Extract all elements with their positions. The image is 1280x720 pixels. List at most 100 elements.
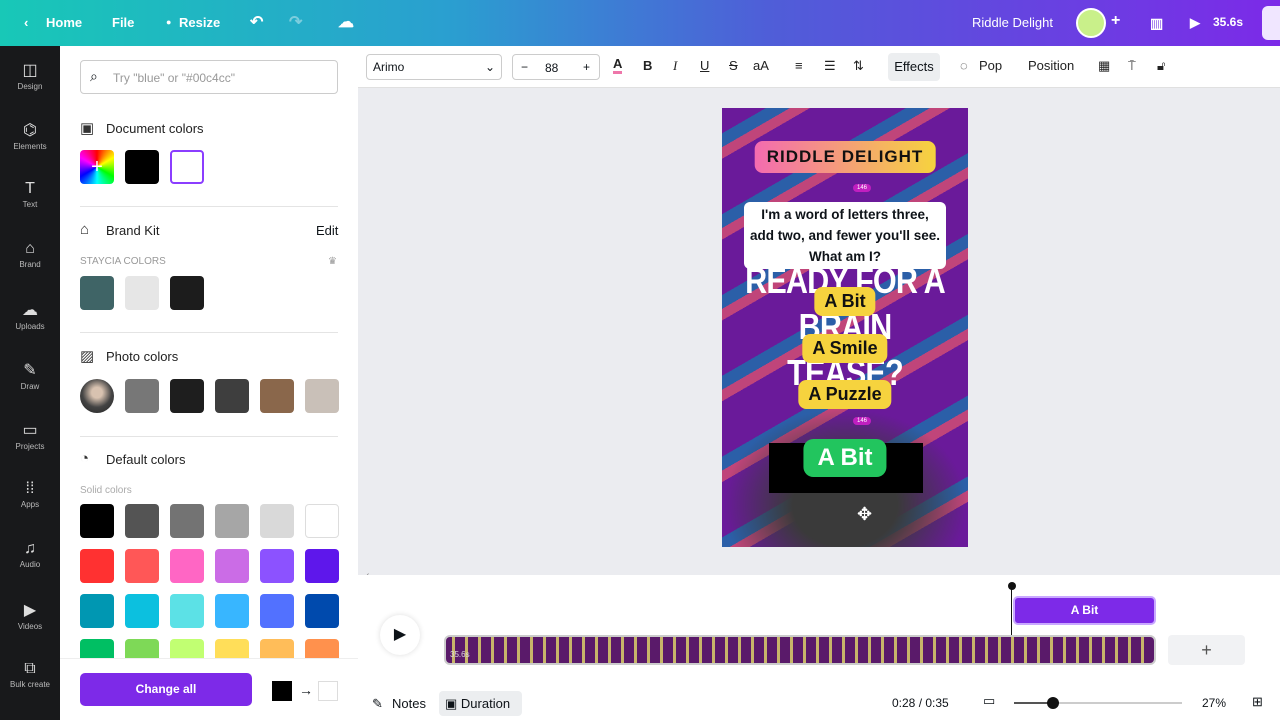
- list-icon[interactable]: ☰: [824, 58, 836, 74]
- color-swatch[interactable]: [305, 504, 339, 538]
- option-1[interactable]: A Bit: [814, 287, 876, 316]
- color-swatch[interactable]: [305, 379, 339, 413]
- share-button[interactable]: [1262, 6, 1280, 40]
- color-swatch[interactable]: [80, 594, 114, 628]
- increase-size-button[interactable]: +: [583, 60, 590, 74]
- color-swatch[interactable]: [125, 504, 159, 538]
- color-swatch[interactable]: [170, 549, 204, 583]
- transparency-icon[interactable]: ▦: [1098, 58, 1110, 74]
- duration-button[interactable]: ▣ Duration: [439, 691, 522, 716]
- color-swatch[interactable]: [125, 379, 159, 413]
- sidebar-item-brand[interactable]: ⌂ Brand: [0, 240, 60, 269]
- zoom-slider-handle[interactable]: [1046, 697, 1059, 709]
- title-badge[interactable]: RIDDLE DELIGHT: [754, 141, 936, 173]
- color-swatch[interactable]: [170, 379, 204, 413]
- case-button[interactable]: aA: [753, 58, 769, 73]
- sidebar-item-draw[interactable]: ✎ Draw: [0, 360, 60, 391]
- option-3[interactable]: A Puzzle: [798, 380, 892, 409]
- color-swatch[interactable]: [80, 276, 114, 310]
- monitor-icon[interactable]: ▭: [983, 693, 995, 709]
- sidebar-item-text[interactable]: T Text: [0, 180, 60, 209]
- riddle-text[interactable]: I'm a word of letters three, add two, an…: [744, 202, 946, 269]
- lock-icon[interactable]: 🔓︎: [1157, 58, 1165, 74]
- to-color-swatch[interactable]: [318, 681, 338, 701]
- redo-icon[interactable]: ↷: [289, 12, 302, 32]
- strikethrough-button[interactable]: S: [729, 58, 738, 73]
- color-swatch[interactable]: [125, 276, 159, 310]
- color-swatch[interactable]: [305, 594, 339, 628]
- paint-roller-icon[interactable]: ⍑: [1128, 58, 1136, 74]
- home-button[interactable]: Home: [46, 15, 82, 30]
- option-2[interactable]: A Smile: [802, 334, 888, 363]
- answer-text[interactable]: A Bit: [803, 439, 887, 477]
- color-swatch[interactable]: [80, 549, 114, 583]
- file-menu[interactable]: File: [112, 15, 134, 30]
- color-search-input[interactable]: Try "blue" or "#00c4cc": [80, 60, 338, 94]
- video-track[interactable]: 35.6s: [444, 635, 1156, 665]
- notes-button[interactable]: Notes: [392, 696, 426, 711]
- color-swatch[interactable]: [170, 594, 204, 628]
- color-swatch[interactable]: [260, 639, 294, 658]
- design-title[interactable]: Riddle Delight: [972, 15, 1053, 30]
- font-family-dropdown[interactable]: Arimo ⌄: [366, 54, 502, 80]
- color-swatch[interactable]: [215, 504, 249, 538]
- text-color-button[interactable]: A: [613, 56, 623, 74]
- color-swatch[interactable]: [260, 594, 294, 628]
- present-duration[interactable]: 35.6s: [1213, 15, 1243, 29]
- avatar[interactable]: [1076, 8, 1106, 38]
- font-size-value[interactable]: 88: [545, 61, 558, 75]
- align-center-icon[interactable]: ≡: [795, 58, 803, 73]
- headline-text[interactable]: READY FOR A BRAIN TEASE?: [740, 258, 949, 396]
- analytics-icon[interactable]: ▥: [1150, 15, 1163, 32]
- zoom-slider[interactable]: [1014, 702, 1182, 704]
- color-swatch[interactable]: [260, 504, 294, 538]
- sidebar-item-elements[interactable]: ⌬ Elements: [0, 120, 60, 151]
- color-swatch[interactable]: [125, 594, 159, 628]
- color-swatch[interactable]: [170, 150, 204, 184]
- color-swatch[interactable]: [215, 379, 249, 413]
- sidebar-item-apps[interactable]: ⁞⁞ Apps: [0, 480, 60, 509]
- change-all-button[interactable]: Change all: [80, 673, 252, 706]
- sidebar-item-projects[interactable]: ▭ Projects: [0, 420, 60, 451]
- add-page-button[interactable]: +: [1168, 635, 1245, 665]
- color-swatch[interactable]: [170, 504, 204, 538]
- animation-pop-button[interactable]: Pop: [979, 58, 1002, 73]
- resize-button[interactable]: Resize: [179, 15, 220, 30]
- add-color-button[interactable]: +: [80, 150, 114, 184]
- decrease-size-button[interactable]: −: [521, 60, 528, 74]
- color-swatch[interactable]: [170, 276, 204, 310]
- back-icon[interactable]: ‹: [24, 15, 28, 30]
- font-size-stepper[interactable]: − 88 +: [512, 54, 600, 80]
- color-swatch[interactable]: [125, 549, 159, 583]
- text-clip[interactable]: A Bit: [1013, 596, 1156, 625]
- position-button[interactable]: Position: [1028, 58, 1074, 73]
- sidebar-item-bulk-create[interactable]: ⧉ Bulk create: [0, 660, 60, 689]
- color-swatch[interactable]: [305, 639, 339, 658]
- underline-button[interactable]: U: [700, 58, 709, 73]
- sidebar-item-design[interactable]: ◫ Design: [0, 60, 60, 91]
- color-swatch[interactable]: [170, 639, 204, 658]
- color-swatch[interactable]: [260, 379, 294, 413]
- sidebar-item-audio[interactable]: ♫ Audio: [0, 540, 60, 569]
- color-swatch[interactable]: [215, 594, 249, 628]
- edit-brand-kit-link[interactable]: Edit: [316, 223, 338, 238]
- color-swatch[interactable]: [80, 639, 114, 658]
- bold-button[interactable]: B: [643, 58, 652, 73]
- color-swatch[interactable]: [305, 549, 339, 583]
- undo-icon[interactable]: ↶: [250, 12, 263, 32]
- color-swatch[interactable]: [80, 504, 114, 538]
- color-swatch[interactable]: [125, 639, 159, 658]
- zoom-percent[interactable]: 27%: [1202, 696, 1226, 710]
- play-button[interactable]: ▶: [380, 615, 420, 655]
- color-swatch[interactable]: [260, 549, 294, 583]
- color-swatch[interactable]: [215, 549, 249, 583]
- grid-view-icon[interactable]: ⊞: [1252, 694, 1263, 710]
- color-swatch[interactable]: [215, 639, 249, 658]
- spacing-icon[interactable]: ⇅: [853, 58, 864, 74]
- sidebar-item-uploads[interactable]: ☁ Uploads: [0, 300, 60, 331]
- effects-button[interactable]: Effects: [888, 53, 940, 81]
- photo-thumbnail[interactable]: [80, 379, 114, 413]
- play-icon[interactable]: ▶: [1190, 15, 1200, 31]
- sidebar-item-videos[interactable]: ▶ Videos: [0, 600, 60, 631]
- color-swatch[interactable]: [125, 150, 159, 184]
